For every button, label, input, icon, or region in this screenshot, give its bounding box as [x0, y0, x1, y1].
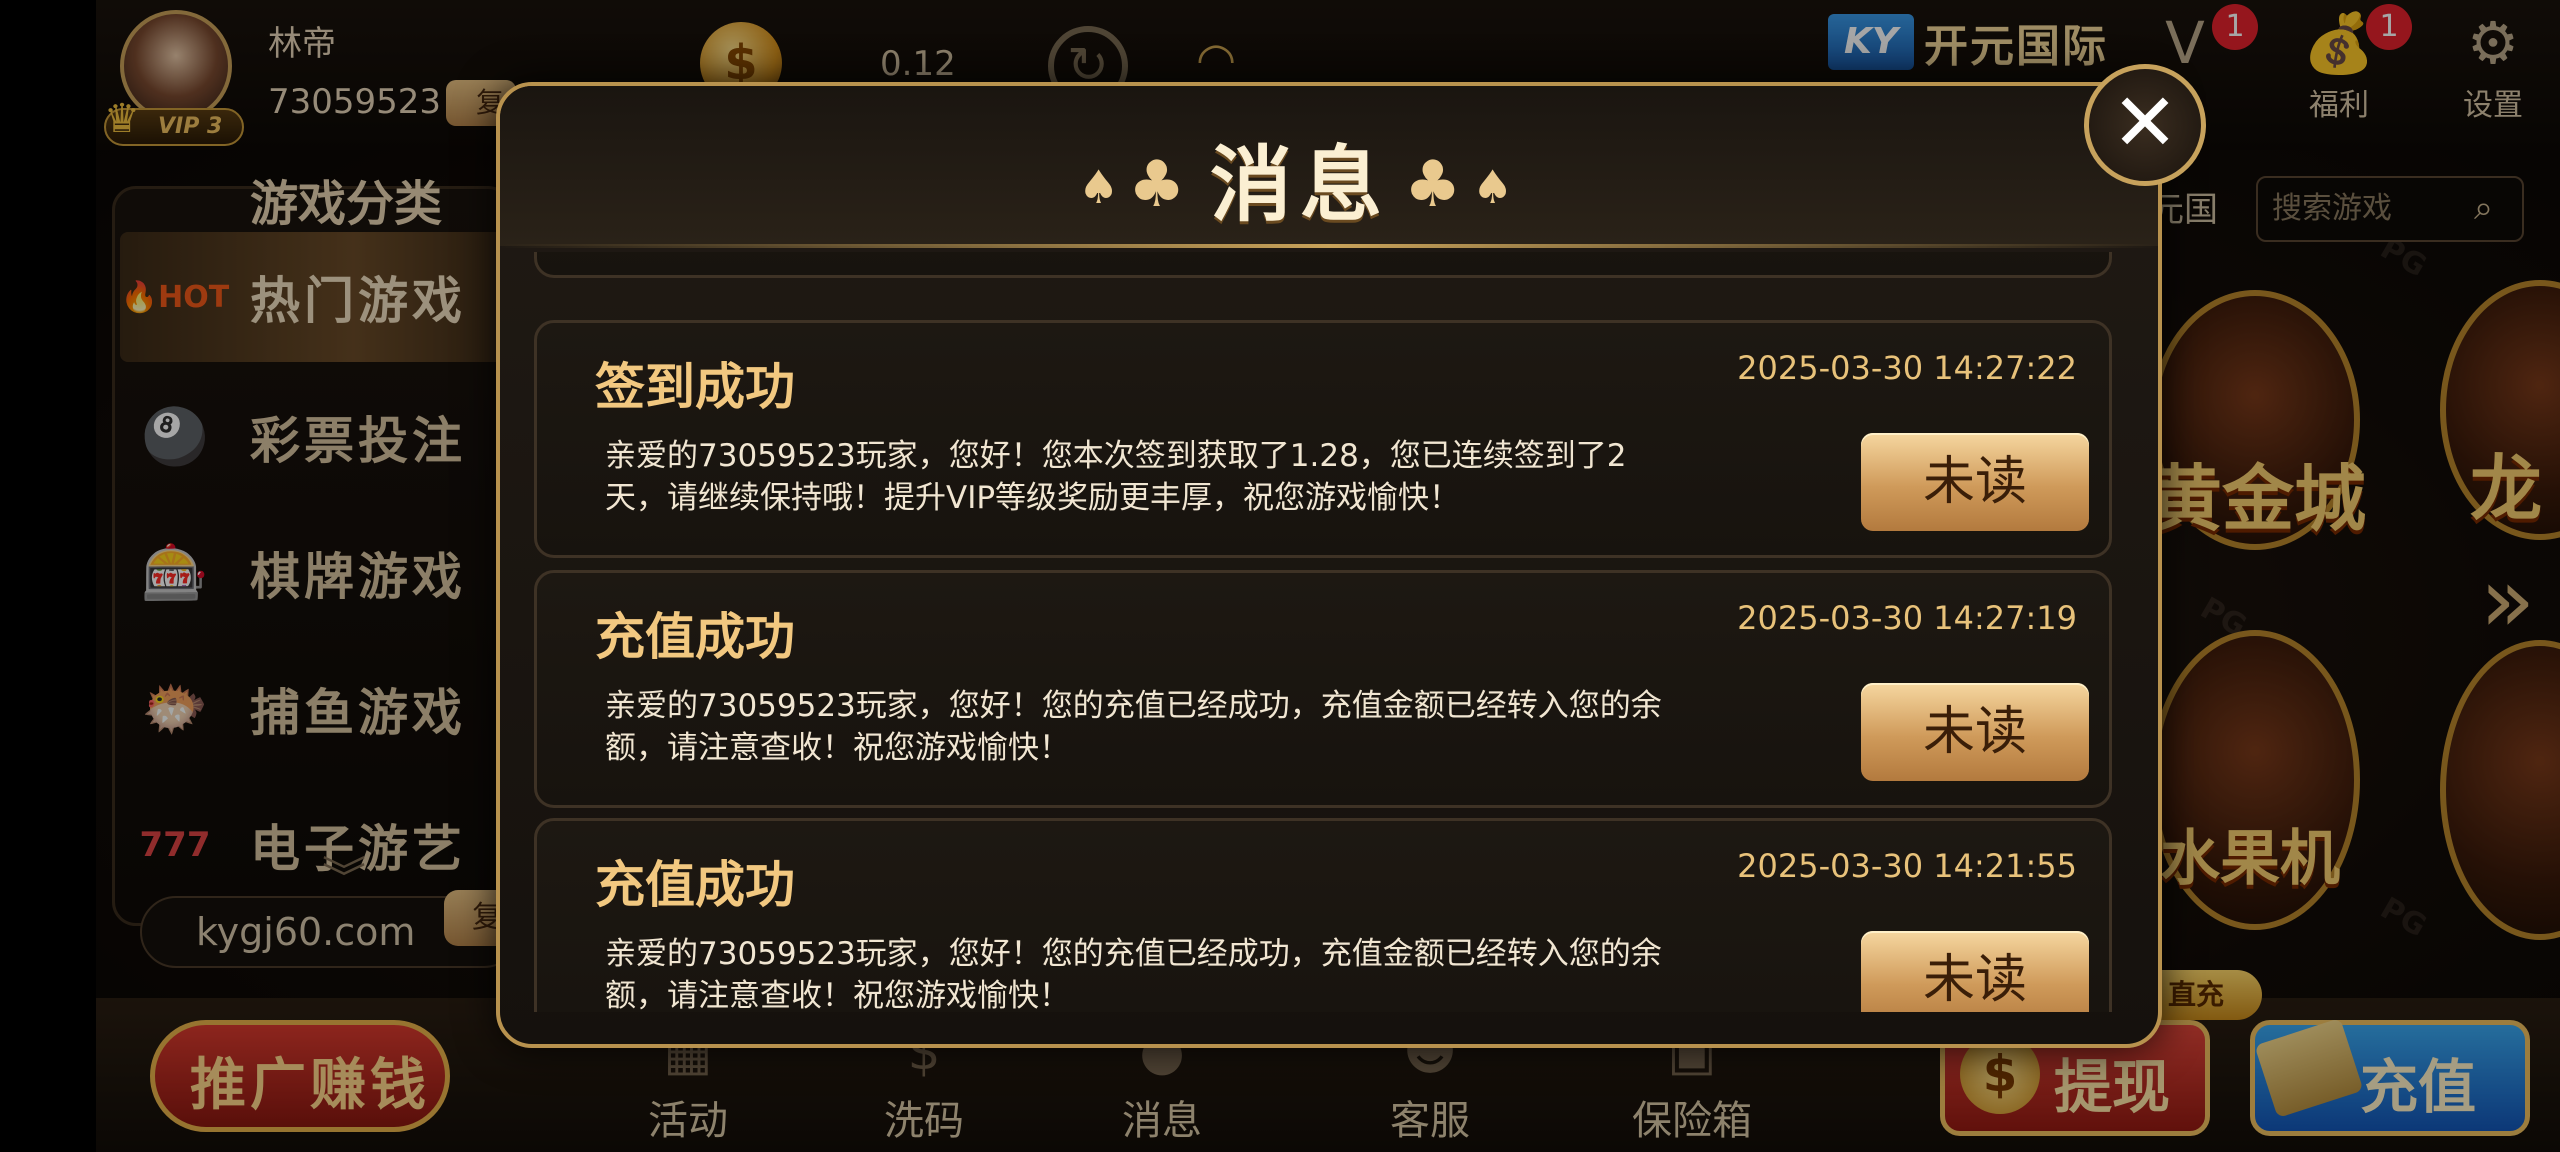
spade-icon: ♠: [1078, 160, 1120, 214]
game-lobby: PG PG PG PG PG PG PG PG PG VIP 3 ♛ 林帝 73…: [0, 0, 2560, 1152]
message-time: 2025-03-30 14:27:19: [1737, 599, 2077, 637]
modal-title: 消息: [1210, 138, 1391, 233]
message-time: 2025-03-30 14:27:22: [1737, 349, 2077, 387]
unread-button[interactable]: 未读: [1861, 931, 2089, 1012]
message-body: 亲爱的73059523玩家，您好！您的充值已经成功，充值金额已经转入您的余额，请…: [605, 936, 1662, 1012]
message-title: 签到成功: [595, 358, 795, 416]
modal-header-divider: [500, 244, 2158, 248]
message-title: 充值成功: [595, 856, 795, 914]
message-card[interactable]: 签到成功 2025-03-30 14:27:22 亲爱的73059523玩家，您…: [534, 320, 2112, 558]
club-icon: ♣: [1128, 148, 1186, 222]
message-time: 2025-03-30 14:21:55: [1737, 847, 2077, 885]
unread-button[interactable]: 未读: [1861, 683, 2089, 781]
close-button[interactable]: ✕: [2084, 64, 2206, 186]
club-icon: ♣: [1404, 148, 1462, 222]
message-card[interactable]: [534, 252, 2112, 278]
message-body: 亲爱的73059523玩家，您好！您的充值已经成功，充值金额已经转入您的余额，请…: [605, 688, 1662, 766]
unread-button[interactable]: 未读: [1861, 433, 2089, 531]
message-title: 充值成功: [595, 608, 795, 666]
spade-icon: ♠: [1472, 160, 1514, 214]
message-list[interactable]: 签到成功 2025-03-30 14:27:22 亲爱的73059523玩家，您…: [530, 252, 2116, 1012]
message-card[interactable]: 充值成功 2025-03-30 14:27:19 亲爱的73059523玩家，您…: [534, 570, 2112, 808]
message-body: 亲爱的73059523玩家，您好！您本次签到获取了1.28，您已连续签到了2天，…: [605, 438, 1627, 516]
message-card[interactable]: 充值成功 2025-03-30 14:21:55 亲爱的73059523玩家，您…: [534, 818, 2112, 1012]
